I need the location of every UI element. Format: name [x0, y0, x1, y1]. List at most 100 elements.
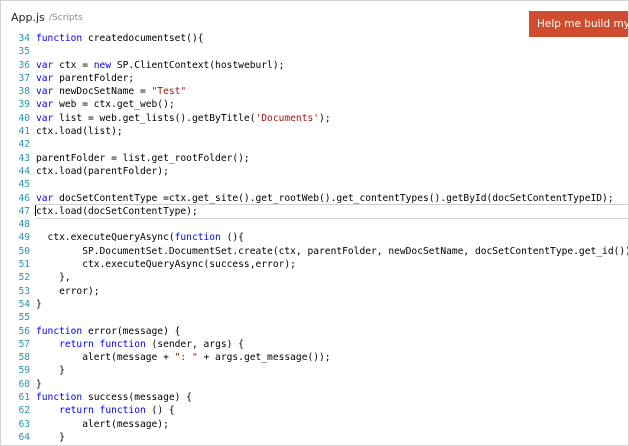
code-line[interactable]: 37 var parentFolder; [1, 72, 628, 85]
keyword-token: var [36, 99, 54, 111]
code-token: + args.get_message()); [197, 352, 331, 364]
keyword-token: var [36, 86, 54, 98]
code-line[interactable]: 49 ctx.executeQueryAsync(function (){ [1, 231, 628, 244]
line-number: 64 [18, 431, 30, 443]
line-number: 36 [18, 59, 30, 71]
code-line[interactable]: 42 [1, 138, 628, 151]
line-number: 52 [18, 272, 30, 284]
line-number: 57 [18, 338, 30, 350]
keyword-token: var [36, 59, 54, 71]
line-number: 43 [18, 152, 30, 164]
line-number: 59 [18, 365, 30, 377]
code-line[interactable]: 41 ctx.load(list); [1, 125, 628, 138]
code-line-text: function error(message) { [36, 325, 180, 338]
code-line[interactable]: 62 return function () { [1, 404, 628, 417]
code-line[interactable]: 34 function createdocumentset(){ [1, 32, 628, 45]
code-line[interactable]: 53 error); [1, 285, 628, 298]
code-token: (){ [220, 232, 244, 244]
code-token: ); [319, 112, 331, 124]
line-number: 47 [18, 205, 30, 217]
keyword-token: function [99, 405, 146, 417]
code-token: web = ctx.get_web(); [53, 99, 175, 111]
code-line[interactable]: 40 var list = web.get_lists().getByTitle(… [1, 112, 628, 125]
line-number: 62 [18, 405, 30, 417]
code-line[interactable]: 56 function error(message) { [1, 325, 628, 338]
code-token: error); [36, 285, 100, 297]
code-token: SP.ClientContext(hostweburl); [111, 59, 285, 71]
code-line[interactable]: 51 ctx.executeQueryAsync(success,error); [1, 258, 628, 271]
code-line[interactable]: 63 alert(message); [1, 418, 628, 431]
code-line-text: SP.DocumentSet.DocumentSet.create(ctx, p… [36, 245, 628, 258]
line-number: 63 [18, 418, 30, 430]
code-token: } [36, 298, 42, 310]
code-line[interactable]: 64 } [1, 431, 628, 444]
code-line-text: alert(message); [36, 418, 169, 431]
keyword-token: return [59, 338, 94, 350]
code-line-text: ctx.executeQueryAsync(success,error); [36, 258, 296, 271]
code-line[interactable]: 50 SP.DocumentSet.DocumentSet.create(ctx… [1, 245, 628, 258]
code-line[interactable]: 43 parentFolder = list.get_rootFolder(); [1, 152, 628, 165]
line-number: 39 [18, 99, 30, 111]
code-line[interactable]: 35 [1, 45, 628, 58]
code-line[interactable]: 59 } [1, 364, 628, 377]
code-line-text: }, [36, 271, 71, 284]
code-token: ctx.load(docSetContentType); [36, 205, 198, 217]
code-line-text: ctx.load(docSetContentType); [35, 203, 628, 220]
code-line[interactable]: 46 var docSetContentType =ctx.get_site().… [1, 192, 628, 205]
code-token: ctx.executeQueryAsync(success,error); [36, 259, 296, 271]
code-line[interactable]: 60} [1, 378, 628, 391]
code-token: alert(message + [36, 352, 175, 364]
code-line[interactable]: 58 alert(message + ": " + args.get_messa… [1, 351, 628, 364]
code-area[interactable]: 34 function createdocumentset(){35 36 var c… [1, 32, 628, 444]
code-token: ctx.load(parentFolder); [36, 165, 169, 177]
line-number: 35 [18, 46, 30, 58]
line-number: 54 [18, 298, 30, 310]
code-line[interactable]: 45 [1, 178, 628, 191]
editor-tab-bar: App.js /Scripts Help me build my Sha [1, 1, 628, 37]
code-line[interactable]: 39 var web = ctx.get_web(); [1, 98, 628, 111]
code-line[interactable]: 47 ctx.load(docSetContentType); [1, 203, 628, 220]
line-number: 37 [18, 72, 30, 84]
code-token: ctx.executeQueryAsync( [36, 232, 175, 244]
file-tab-name[interactable]: App.js [11, 11, 45, 24]
code-line[interactable]: 38 var newDocSetName = "Test" [1, 85, 628, 98]
line-number: 46 [18, 192, 30, 204]
code-line[interactable]: 52 }, [1, 271, 628, 284]
code-line[interactable]: 54} [1, 298, 628, 311]
line-number: 40 [18, 112, 30, 124]
line-number: 53 [18, 285, 30, 297]
code-line-text: var newDocSetName = "Test" [36, 85, 186, 98]
file-tab-path: /Scripts [49, 13, 83, 23]
code-line-text: } [36, 378, 42, 391]
code-line[interactable]: 44 ctx.load(parentFolder); [1, 165, 628, 178]
code-line-text: var web = ctx.get_web(); [36, 98, 175, 111]
line-number: 38 [18, 86, 30, 98]
keyword-token: new [93, 59, 112, 71]
keyword-token: function [36, 392, 83, 404]
code-line-text: var ctx = new SP.ClientContext(hostwebur… [36, 59, 284, 72]
line-number: 56 [18, 325, 30, 337]
string-token: ": " [174, 352, 198, 364]
code-token: error(message) { [82, 325, 181, 337]
code-line[interactable]: 36 var ctx = new SP.ClientContext(hostweb… [1, 59, 628, 72]
code-line[interactable]: 55 [1, 311, 628, 324]
code-token: } [36, 365, 65, 377]
keyword-token: var [36, 192, 54, 204]
code-token: newDocSetName = [53, 86, 152, 98]
code-line-text: ctx.load(parentFolder); [36, 165, 169, 178]
string-token: 'Documents' [255, 112, 320, 124]
line-number: 41 [18, 126, 30, 138]
code-line[interactable]: 48 [1, 218, 628, 231]
keyword-token: var [36, 72, 54, 84]
line-number: 44 [18, 165, 30, 177]
code-line-text: parentFolder = list.get_rootFolder(); [36, 152, 250, 165]
code-token: ctx.load(list); [36, 126, 123, 138]
code-line-text: var parentFolder; [36, 72, 134, 85]
keyword-token: var [36, 112, 54, 124]
code-token: (sender, args) { [145, 338, 244, 350]
code-token: success(message) { [82, 392, 192, 404]
code-line[interactable]: 57 return function (sender, args) { [1, 338, 628, 351]
code-line[interactable]: 61 function success(message) { [1, 391, 628, 404]
